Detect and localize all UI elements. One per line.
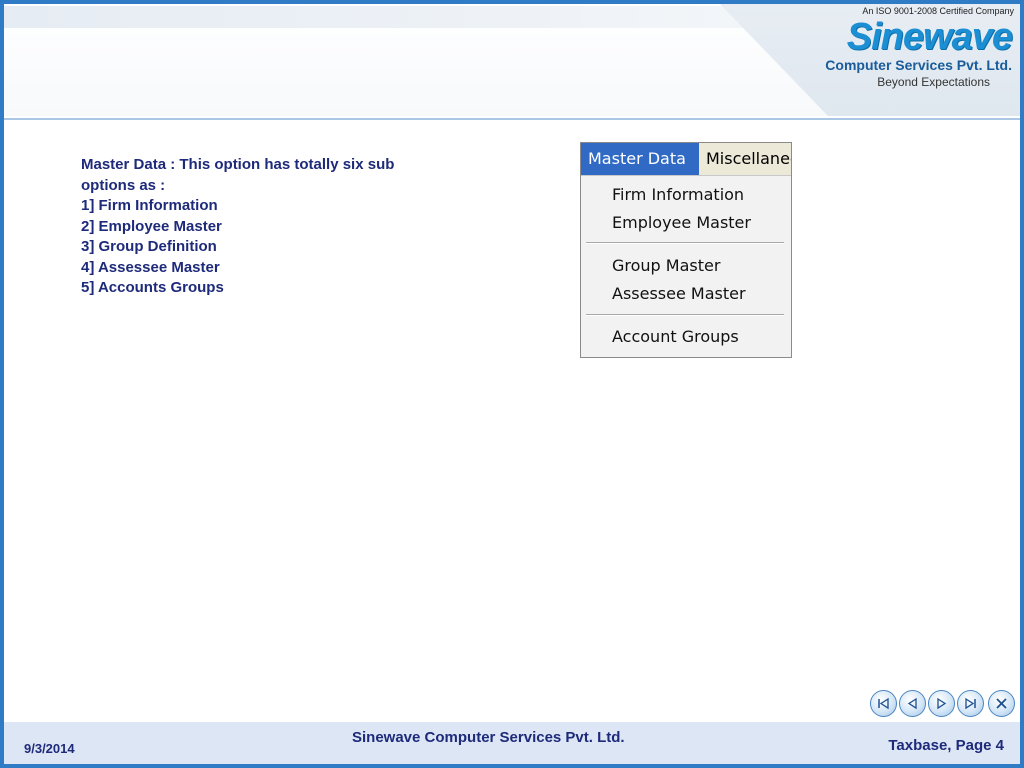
menu-separator — [586, 314, 784, 316]
content-line: 4] Assessee Master — [81, 258, 220, 276]
first-slide-button[interactable] — [870, 690, 897, 717]
menu-screenshot: Master Data Miscellaneo Firm Information… — [580, 142, 792, 358]
menu-item-assessee-master[interactable]: Assessee Master — [612, 284, 746, 303]
content-line: options as : — [81, 176, 166, 194]
last-icon — [965, 697, 976, 710]
menu-item-account-groups[interactable]: Account Groups — [612, 327, 739, 346]
logo-iso-text: An ISO 9001-2008 Certified Company — [862, 6, 1014, 16]
first-icon — [878, 697, 889, 710]
menu-item-group-master[interactable]: Group Master — [612, 256, 720, 275]
menu-bar: Master Data Miscellaneo — [581, 143, 791, 175]
footer-date: 9/3/2014 — [24, 741, 75, 756]
menu-item-firm-information[interactable]: Firm Information — [612, 185, 744, 204]
master-data-dropdown: Firm Information Employee Master Group M… — [581, 175, 791, 357]
content-line: 3] Group Definition — [81, 238, 217, 255]
close-icon — [996, 698, 1007, 709]
content-line: 5] Accounts Groups — [81, 279, 224, 296]
content-line: Master Data : This option has totally si… — [81, 156, 395, 173]
close-slideshow-button[interactable] — [988, 690, 1015, 717]
slide-content: Master Data : This option has totally si… — [81, 155, 461, 299]
logo-company: Computer Services Pvt. Ltd. — [825, 57, 1012, 73]
company-logo: An ISO 9001-2008 Certified Company Sinew… — [801, 4, 1016, 94]
next-slide-button[interactable] — [928, 690, 955, 717]
menu-tab-miscellaneous[interactable]: Miscellaneo — [699, 143, 791, 175]
logo-brand: Sinewave — [846, 16, 1013, 58]
content-line: 2] Employee Master — [81, 217, 222, 235]
previous-slide-button[interactable] — [899, 690, 926, 717]
menu-item-employee-master[interactable]: Employee Master — [612, 213, 751, 232]
content-line: 1] Firm Information — [81, 197, 218, 214]
slide-footer: 9/3/2014 Sinewave Computer Services Pvt.… — [4, 722, 1020, 764]
footer-page-number: Taxbase, Page 4 — [888, 737, 1004, 754]
last-slide-button[interactable] — [957, 690, 984, 717]
next-icon — [937, 697, 947, 710]
header-rule — [4, 118, 1020, 120]
menu-tab-master-data[interactable]: Master Data — [581, 143, 699, 175]
header-stripe — [4, 6, 744, 28]
previous-icon — [907, 697, 917, 710]
logo-tagline: Beyond Expectations — [877, 75, 990, 89]
menu-separator — [586, 242, 784, 244]
footer-company: Sinewave Computer Services Pvt. Ltd. — [352, 729, 625, 746]
